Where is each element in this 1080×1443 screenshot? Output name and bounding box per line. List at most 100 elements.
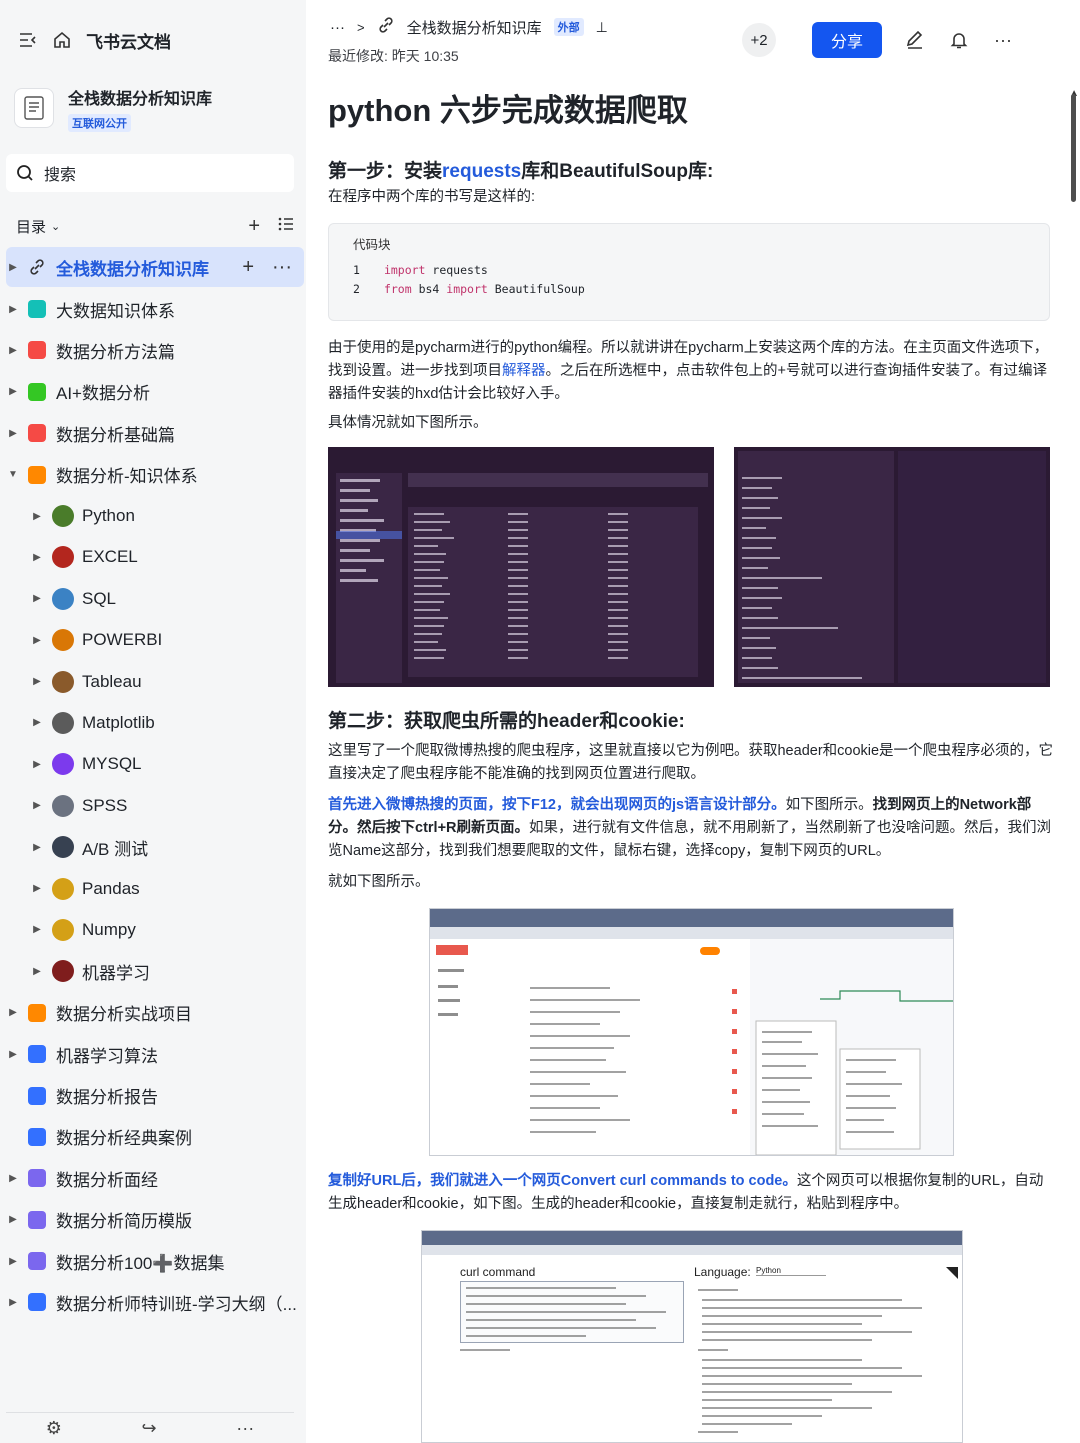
caret-right-icon[interactable]: ▶ — [6, 262, 20, 273]
settings-icon[interactable]: ⚙ — [46, 1418, 62, 1439]
caret-right-icon[interactable]: ▶ — [6, 345, 20, 356]
caret-right-icon[interactable]: ▶ — [6, 1214, 20, 1225]
caret-right-icon[interactable]: ▶ — [30, 883, 44, 894]
step1-paragraph-2: 具体情况就如下图所示。 — [328, 415, 488, 431]
scrollbar[interactable] — [1071, 94, 1076, 202]
collapse-sidebar-icon[interactable] — [18, 30, 38, 50]
caret-right-icon[interactable]: ▶ — [30, 552, 44, 563]
add-icon[interactable]: + — [248, 215, 260, 238]
cup-icon — [52, 877, 74, 900]
tree-item[interactable]: ▶ SQL — [6, 578, 304, 619]
tree-item[interactable]: ▶ MYSQL — [6, 744, 304, 785]
breadcrumb-title[interactable]: 全栈数据分析知识库 — [407, 17, 542, 38]
add-child-icon[interactable]: + — [242, 256, 254, 279]
search-placeholder: 搜索 — [44, 167, 77, 184]
knowledge-base-card[interactable]: 全栈数据分析知识库 互联网公开 — [14, 82, 294, 134]
tree-item[interactable]: ▶ A/B 测试 — [6, 826, 304, 867]
code-text: bs4 — [411, 282, 447, 296]
more-menu-icon[interactable]: ··· — [992, 29, 1014, 51]
tree-item-label: 数据分析面经 — [56, 1170, 158, 1190]
caret-down-icon[interactable]: ▼ — [6, 469, 20, 480]
share-arrow-icon[interactable]: ↪ — [142, 1418, 157, 1439]
interpreter-link[interactable]: 解释器 — [502, 363, 546, 379]
tree-item[interactable]: ▶ Pandas — [6, 868, 304, 909]
search-box[interactable]: 搜索 — [6, 154, 294, 192]
edit-icon[interactable] — [904, 29, 926, 51]
caret-right-icon[interactable]: ▶ — [30, 635, 44, 646]
link-icon — [377, 16, 395, 38]
tree-item[interactable]: 数据分析经典案例 — [6, 1116, 304, 1157]
tree-item[interactable]: ▶ 大数据知识体系 — [6, 288, 304, 329]
tree-item[interactable]: ▶ 数据分析师特训班-学习大纲（... — [6, 1282, 304, 1323]
list-outline-icon[interactable] — [278, 215, 294, 238]
app-name[interactable]: 飞书云文档 — [86, 28, 171, 53]
clock-icon — [28, 1293, 46, 1312]
more-icon[interactable]: ··· — [236, 1418, 254, 1439]
step1-paragraph: 由于使用的是pycharm进行的python编程。所以就讲讲在pycharm上安… — [328, 337, 1054, 406]
tree-item[interactable]: ▶ 数据分析面经 — [6, 1158, 304, 1199]
doc-icon — [28, 1045, 46, 1064]
tree-item[interactable]: ▶ 数据分析简历模版 — [6, 1199, 304, 1240]
tree-item-label: 数据分析-知识体系 — [56, 467, 198, 487]
code-block[interactable]: 代码块 1 import requests 2 from bs4 import … — [328, 223, 1050, 321]
caret-right-icon[interactable]: ▶ — [30, 800, 44, 811]
caret-right-icon[interactable]: ▶ — [6, 1297, 20, 1308]
collaborators-count[interactable]: +2 — [742, 23, 776, 57]
doc-tree: ▶ 全栈数据分析知识库 + ··· ▶ 大数据知识体系 ▶ 数据分析方法篇 ▶ AI+数据分析 ▶ 数… — [6, 247, 304, 1323]
tree-item[interactable]: ▶ 数据分析方法篇 — [6, 330, 304, 371]
caret-right-icon[interactable]: ▶ — [6, 1007, 20, 1018]
bug-icon — [52, 546, 74, 569]
caret-right-icon[interactable]: ▶ — [30, 842, 44, 853]
caret-right-icon[interactable]: ▶ — [30, 511, 44, 522]
caret-right-icon[interactable]: ▶ — [30, 676, 44, 687]
tree-item[interactable]: ▶ 数据分析实战项目 — [6, 992, 304, 1033]
tree-item[interactable]: ▶ POWERBI — [6, 620, 304, 661]
caret-right-icon[interactable]: ▶ — [30, 924, 44, 935]
box-icon — [52, 670, 74, 693]
home-icon[interactable] — [52, 30, 72, 50]
kb-thumbnail-icon — [14, 88, 54, 128]
tree-item[interactable]: ▶ Matplotlib — [6, 702, 304, 743]
pin-icon[interactable]: ⊥ — [596, 19, 608, 36]
code-text: BeautifulSoup — [487, 282, 585, 296]
step1-heading-link[interactable]: requests — [442, 161, 521, 182]
tree-item[interactable]: 数据分析报告 — [6, 1075, 304, 1116]
caret-right-icon[interactable]: ▶ — [6, 1256, 20, 1267]
tree-item[interactable]: ▶ Python — [6, 495, 304, 536]
breadcrumb-more[interactable]: ··· — [330, 19, 345, 36]
caret-right-icon[interactable]: ▶ — [30, 759, 44, 770]
caret-right-icon[interactable]: ▶ — [6, 304, 20, 315]
tree-item[interactable]: ▶ 数据分析100➕数据集 — [6, 1240, 304, 1281]
tree-item[interactable]: ▶ Tableau — [6, 661, 304, 702]
toc-label[interactable]: 目录 — [16, 216, 46, 237]
tree-item[interactable]: ▶ 全栈数据分析知识库 + ··· — [6, 247, 304, 287]
caret-right-icon[interactable]: ▶ — [30, 966, 44, 977]
tree-item[interactable]: ▶ AI+数据分析 — [6, 371, 304, 412]
caret-right-icon[interactable]: ▶ — [6, 1049, 20, 1060]
tree-item-label: POWERBI — [82, 630, 163, 650]
document-body-step2-b: 复制好URL后，我们就进入一个网页Convert curl commands t… — [328, 1170, 1054, 1216]
share-button[interactable]: 分享 — [812, 22, 882, 58]
chevron-down-icon[interactable]: ⌄ — [51, 220, 60, 233]
tree-item-label: 大数据知识体系 — [56, 301, 175, 321]
code-keyword: import — [446, 282, 488, 296]
tree-item[interactable]: ▶ SPSS — [6, 785, 304, 826]
tree-item[interactable]: ▶ 数据分析基础篇 — [6, 413, 304, 454]
tree-item[interactable]: ▼ 数据分析-知识体系 — [6, 454, 304, 495]
step1-heading-post: 库和BeautifulSoup库: — [521, 161, 714, 182]
caret-right-icon[interactable]: ▶ — [30, 717, 44, 728]
tree-item[interactable]: ▶ 机器学习算法 — [6, 1033, 304, 1074]
step2-heading: 第二步：获取爬虫所需的header和cookie: — [328, 711, 685, 732]
curl-converter-highlight[interactable]: 复制好URL后，我们就进入一个网页Convert curl commands t… — [328, 1173, 797, 1189]
tree-item[interactable]: ▶ Numpy — [6, 909, 304, 950]
caret-right-icon[interactable]: ▶ — [6, 428, 20, 439]
tree-item[interactable]: ▶ EXCEL — [6, 537, 304, 578]
caret-right-icon[interactable]: ▶ — [6, 386, 20, 397]
tree-item[interactable]: ▶ 机器学习 — [6, 951, 304, 992]
caret-right-icon[interactable]: ▶ — [6, 1173, 20, 1184]
line-number: 1 — [353, 263, 360, 277]
book-icon — [28, 341, 46, 360]
bell-icon[interactable] — [948, 29, 970, 51]
caret-right-icon[interactable]: ▶ — [30, 593, 44, 604]
more-icon[interactable]: ··· — [272, 256, 292, 279]
